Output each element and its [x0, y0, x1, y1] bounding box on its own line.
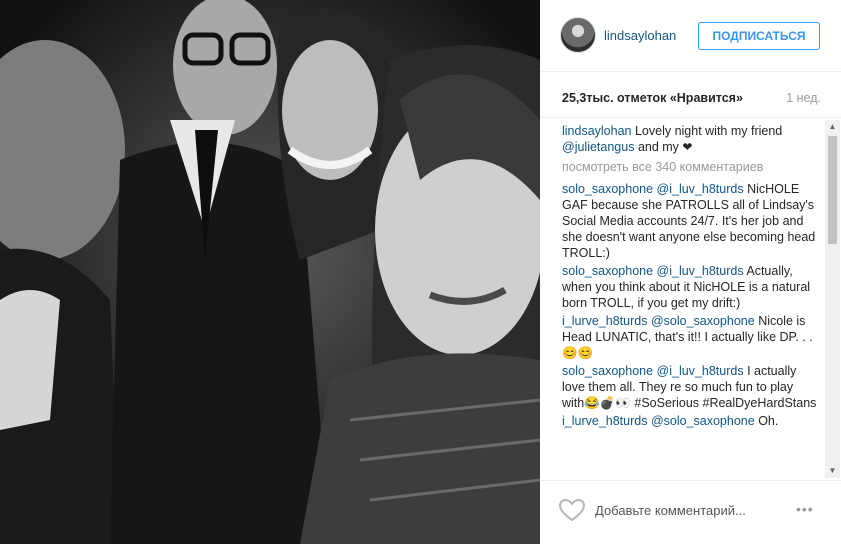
heart-emoji-icon: ❤	[682, 140, 693, 154]
photo-image	[0, 0, 540, 544]
comment-username[interactable]: solo_saxophone	[562, 182, 653, 196]
comments-scrollbar[interactable]: ▲ ▼	[825, 120, 840, 478]
list-item: solo_saxophone @i_luv_h8turds I actually…	[562, 363, 818, 411]
comment-username[interactable]: solo_saxophone	[562, 264, 653, 278]
more-options-icon[interactable]: •••	[796, 501, 814, 517]
list-item: solo_saxophone @i_luv_h8turds NicHOLE GA…	[562, 181, 818, 261]
username-link[interactable]: lindsaylohan	[604, 28, 676, 43]
post-age[interactable]: 1 нед.	[786, 91, 821, 105]
comment-username[interactable]: i_lurve_h8turds	[562, 314, 647, 328]
post-header: lindsaylohan ПОДПИСАТЬСЯ	[540, 0, 841, 72]
likes-count[interactable]: 25,3тыс. отметок «Нравится»	[562, 91, 743, 105]
post-photo[interactable]	[0, 0, 540, 544]
comments-list: lindsaylohan Lovely night with my friend…	[562, 123, 818, 480]
scroll-down-arrow-icon[interactable]: ▼	[825, 464, 840, 478]
comment-footer: •••	[540, 480, 841, 544]
caption: lindsaylohan Lovely night with my friend…	[562, 123, 818, 155]
comment-mention[interactable]: @i_luv_h8turds	[657, 182, 744, 196]
list-item: i_lurve_h8turds @solo_saxophone Nicole i…	[562, 313, 818, 361]
follow-button[interactable]: ПОДПИСАТЬСЯ	[698, 22, 820, 50]
caption-mention[interactable]: @julietangus	[562, 140, 634, 154]
post-stats: 25,3тыс. отметок «Нравится» 1 нед.	[540, 72, 841, 118]
list-item: solo_saxophone @i_luv_h8turds Actually, …	[562, 263, 818, 311]
caption-text: Lovely night with my friend	[631, 124, 783, 138]
comment-username[interactable]: i_lurve_h8turds	[562, 414, 647, 428]
post-side-panel: lindsaylohan ПОДПИСАТЬСЯ 25,3тыс. отмето…	[540, 0, 841, 544]
comment-mention[interactable]: @solo_saxophone	[651, 414, 755, 428]
comment-mention[interactable]: @i_luv_h8turds	[657, 364, 744, 378]
add-comment-input[interactable]	[595, 500, 785, 520]
comment-username[interactable]: solo_saxophone	[562, 364, 653, 378]
scrollbar-thumb[interactable]	[828, 136, 837, 244]
caption-username[interactable]: lindsaylohan	[562, 124, 632, 138]
caption-text-after: and my	[634, 140, 683, 154]
scroll-up-arrow-icon[interactable]: ▲	[825, 120, 840, 134]
comment-mention[interactable]: @i_luv_h8turds	[657, 264, 744, 278]
comment-mention[interactable]: @solo_saxophone	[651, 314, 755, 328]
heart-like-icon[interactable]	[558, 498, 586, 522]
view-all-comments-link[interactable]: посмотреть все 340 комментариев	[562, 159, 818, 175]
list-item: i_lurve_h8turds @solo_saxophone Oh.	[562, 413, 818, 429]
avatar[interactable]	[560, 17, 596, 53]
comment-text: Oh.	[758, 414, 779, 428]
